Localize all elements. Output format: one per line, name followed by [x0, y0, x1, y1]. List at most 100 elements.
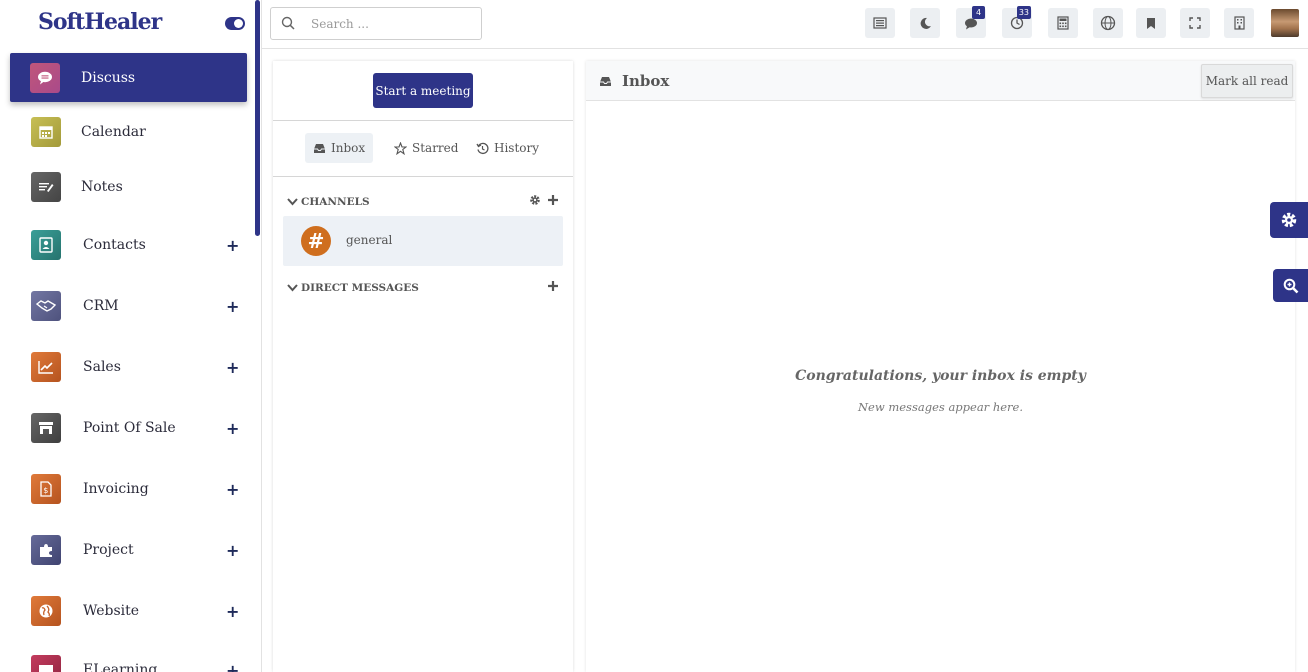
- discuss-sidebar: Start a meeting Inbox Starred History CH…: [273, 61, 573, 672]
- activity-badge: 33: [1016, 6, 1031, 19]
- history-icon: [476, 142, 489, 154]
- add-icon[interactable]: +: [226, 419, 239, 438]
- mark-all-read-button[interactable]: Mark all read: [1201, 64, 1293, 98]
- globe-icon: [31, 596, 61, 626]
- language-globe-icon: [1100, 15, 1116, 31]
- list-button[interactable]: [865, 8, 895, 38]
- channels-title: CHANNELS: [301, 196, 370, 208]
- svg-text:$: $: [43, 486, 48, 495]
- activity-button[interactable]: 33: [1002, 6, 1032, 38]
- thread-header: Inbox Mark all read: [586, 61, 1295, 101]
- direct-messages-actions: [547, 280, 559, 292]
- gear-icon[interactable]: [529, 194, 541, 206]
- puzzle-icon: [31, 535, 61, 565]
- inbox-icon: [314, 143, 325, 153]
- sidebar-item-point-of-sale[interactable]: Point Of Sale +: [0, 403, 250, 453]
- sidebar-item-label: Discuss: [81, 69, 136, 86]
- add-icon[interactable]: +: [226, 480, 239, 499]
- search-input[interactable]: [311, 14, 471, 34]
- sidebar-item-elearning[interactable]: ELearning +: [0, 645, 250, 672]
- add-icon[interactable]: +: [226, 297, 239, 316]
- user-avatar[interactable]: [1271, 9, 1299, 37]
- sidebar-scrollbar[interactable]: [255, 0, 260, 236]
- sidebar-item-label: Project: [83, 542, 134, 558]
- sidebar-item-sales[interactable]: Sales +: [0, 342, 250, 392]
- notes-icon: [31, 172, 61, 202]
- gear-icon: [1281, 212, 1297, 228]
- language-button[interactable]: [1093, 8, 1123, 38]
- search-float-button[interactable]: [1273, 269, 1308, 302]
- sidebar-item-contacts[interactable]: Contacts +: [0, 220, 250, 270]
- sidebar-item-label: Point Of Sale: [83, 420, 176, 436]
- sidebar-toggle[interactable]: [225, 17, 245, 30]
- add-icon[interactable]: +: [226, 541, 239, 560]
- add-icon[interactable]: +: [226, 358, 239, 377]
- app-root: SoftHealer Discuss Calendar Notes Contac: [0, 0, 1308, 672]
- channel-name: general: [346, 233, 393, 247]
- fullscreen-button[interactable]: [1180, 8, 1210, 38]
- channels-actions: [529, 194, 559, 206]
- messages-badge: 4: [972, 6, 985, 19]
- sidebar-item-label: Website: [83, 603, 140, 619]
- chat-icon: [30, 62, 60, 93]
- chevron-down-icon: [287, 284, 298, 292]
- mailbox-label: Inbox: [331, 141, 366, 155]
- add-channel-icon[interactable]: [547, 194, 559, 206]
- sidebar-item-project[interactable]: Project +: [0, 525, 250, 575]
- sidebar-item-discuss[interactable]: Discuss: [10, 53, 247, 102]
- add-icon[interactable]: +: [226, 661, 239, 672]
- sidebar-item-calendar[interactable]: Calendar: [0, 107, 250, 157]
- calendar-icon: [31, 117, 61, 147]
- settings-float-button[interactable]: [1270, 202, 1308, 238]
- bookmark-button[interactable]: [1136, 8, 1166, 38]
- invoice-icon: $: [31, 474, 61, 504]
- fullscreen-icon: [1189, 17, 1201, 29]
- direct-messages-header[interactable]: DIRECT MESSAGES: [287, 282, 419, 294]
- mailbox-inbox[interactable]: Inbox: [305, 133, 374, 163]
- messages-button[interactable]: 4: [956, 6, 986, 38]
- direct-messages-title: DIRECT MESSAGES: [301, 282, 419, 294]
- thread-title-text: Inbox: [622, 72, 670, 90]
- sidebar-item-label: Calendar: [81, 124, 146, 140]
- sidebar-item-label: Notes: [81, 179, 123, 195]
- mailbox-label: History: [494, 141, 540, 155]
- mailbox-history[interactable]: History: [468, 133, 547, 163]
- sidebar-item-notes[interactable]: Notes: [0, 162, 250, 212]
- elearning-icon: [31, 655, 61, 672]
- start-meeting-button[interactable]: Start a meeting: [373, 73, 473, 108]
- chevron-down-icon: [287, 198, 298, 206]
- sidebar-item-invoicing[interactable]: $ Invoicing +: [0, 464, 250, 514]
- sidebar-item-crm[interactable]: CRM +: [0, 281, 250, 331]
- channel-hash-icon: #: [301, 226, 331, 256]
- company-button[interactable]: [1224, 8, 1254, 38]
- sidebar-item-website[interactable]: Website +: [0, 586, 250, 636]
- top-bar: 4 33: [262, 0, 1308, 49]
- calculator-icon: [1057, 16, 1069, 30]
- add-icon[interactable]: +: [226, 602, 239, 621]
- calculator-button[interactable]: [1048, 8, 1078, 38]
- sidebar-item-label: Contacts: [83, 237, 146, 253]
- add-icon[interactable]: +: [226, 236, 239, 255]
- dark-mode-button[interactable]: [910, 8, 940, 38]
- logo[interactable]: SoftHealer: [38, 9, 162, 35]
- store-icon: [31, 413, 61, 443]
- add-direct-message-icon[interactable]: [547, 280, 559, 292]
- bookmark-icon: [1147, 17, 1155, 29]
- mailbox-label: Starred: [412, 141, 459, 155]
- sidebar-item-label: Invoicing: [83, 481, 149, 497]
- sidebar-item-label: ELearning: [83, 662, 158, 672]
- moon-icon: [920, 17, 931, 29]
- empty-inbox-title: Congratulations, your inbox is empty: [795, 368, 1086, 384]
- chart-line-icon: [31, 352, 61, 382]
- mailbox-starred[interactable]: Starred: [386, 133, 466, 163]
- sidebar-item-label: CRM: [83, 298, 119, 314]
- channel-item-general[interactable]: # general: [283, 216, 563, 266]
- star-icon: [394, 141, 407, 155]
- channels-header[interactable]: CHANNELS: [287, 196, 370, 208]
- sidebar-item-label: Sales: [83, 359, 121, 375]
- search-box[interactable]: [270, 7, 482, 40]
- thread-title: Inbox: [599, 72, 669, 90]
- divider: [273, 176, 573, 177]
- divider: [273, 120, 573, 121]
- inbox-icon: [600, 76, 611, 86]
